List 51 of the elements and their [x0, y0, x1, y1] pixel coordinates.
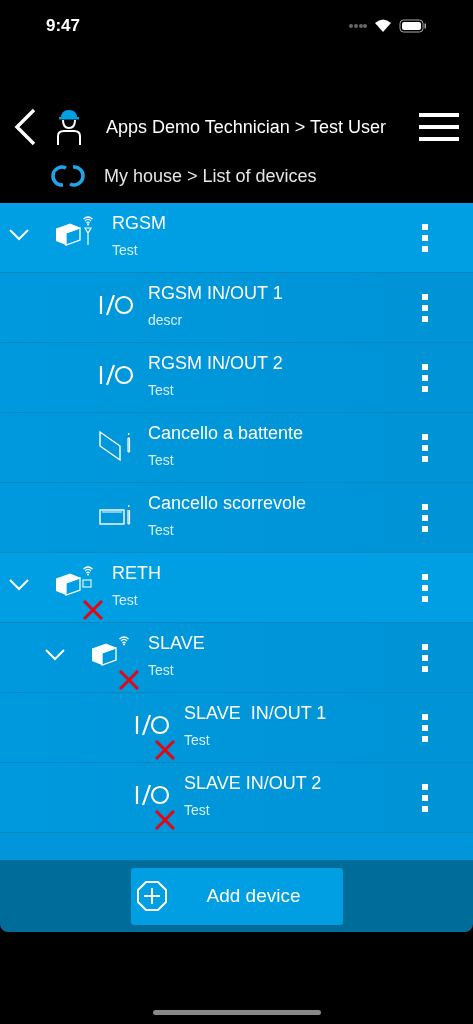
device-name: RGSM IN/OUT 1 [148, 281, 284, 305]
wifi-icon [374, 19, 392, 33]
signal-icon [349, 23, 367, 29]
battery-icon [399, 19, 427, 33]
more-options-icon[interactable] [421, 712, 429, 743]
device-description: Test [148, 450, 175, 470]
device-row[interactable]: Cancello a battente Test [0, 413, 473, 483]
more-options-icon[interactable] [421, 362, 429, 393]
device-row[interactable]: SLAVE Test [0, 623, 473, 693]
breadcrumb[interactable]: My house > List of devices [104, 162, 317, 190]
device-description: Test [148, 380, 175, 400]
device-description: Test [148, 660, 175, 680]
device-row[interactable]: Cancello scorrevole Test [0, 483, 473, 553]
add-icon [135, 880, 168, 912]
device-name: RETH [112, 561, 162, 585]
header-title: Apps Demo Technician > Test User [106, 115, 386, 139]
device-description: Test [184, 730, 211, 750]
menu-icon[interactable] [419, 112, 459, 142]
device-row[interactable]: RETH Test [0, 553, 473, 623]
back-icon[interactable] [12, 108, 38, 146]
device-name: SLAVE IN/OUT 1 [184, 701, 328, 725]
more-options-icon[interactable] [421, 502, 429, 533]
device-row[interactable]: RGSM Test [0, 203, 473, 273]
chevron-down-icon[interactable] [45, 649, 65, 661]
status-time: 9:47 [46, 15, 81, 38]
device-description: Test [112, 240, 139, 260]
more-options-icon[interactable] [421, 432, 429, 463]
device-name: SLAVE [148, 631, 206, 655]
more-options-icon[interactable] [421, 782, 429, 813]
more-options-icon[interactable] [421, 642, 429, 673]
device-row[interactable]: SLAVE IN/OUT 1 Test [0, 693, 473, 763]
more-options-icon[interactable] [421, 292, 429, 323]
chevron-down-icon[interactable] [9, 229, 29, 241]
device-row[interactable]: RGSM IN/OUT 1 descr [0, 273, 473, 343]
device-name: RGSM IN/OUT 2 [148, 351, 284, 375]
device-row[interactable]: SLAVE IN/OUT 2 Test [0, 763, 473, 833]
device-description: Test [112, 590, 139, 610]
chevron-down-icon[interactable] [9, 579, 29, 591]
device-name: Cancello scorrevole [148, 491, 308, 515]
device-name: Cancello a battente [148, 421, 305, 445]
more-options-icon[interactable] [421, 222, 429, 253]
device-name: SLAVE IN/OUT 2 [184, 771, 323, 795]
device-description: Test [184, 800, 211, 820]
more-options-icon[interactable] [421, 572, 429, 603]
add-device-button[interactable]: Add device [130, 867, 343, 925]
device-description: Test [148, 520, 175, 540]
linked-rings-icon [50, 163, 86, 189]
technician-icon [55, 108, 83, 146]
device-row[interactable]: RGSM IN/OUT 2 Test [0, 343, 473, 413]
device-name: RGSM [112, 211, 167, 235]
device-description: descr [148, 310, 184, 330]
